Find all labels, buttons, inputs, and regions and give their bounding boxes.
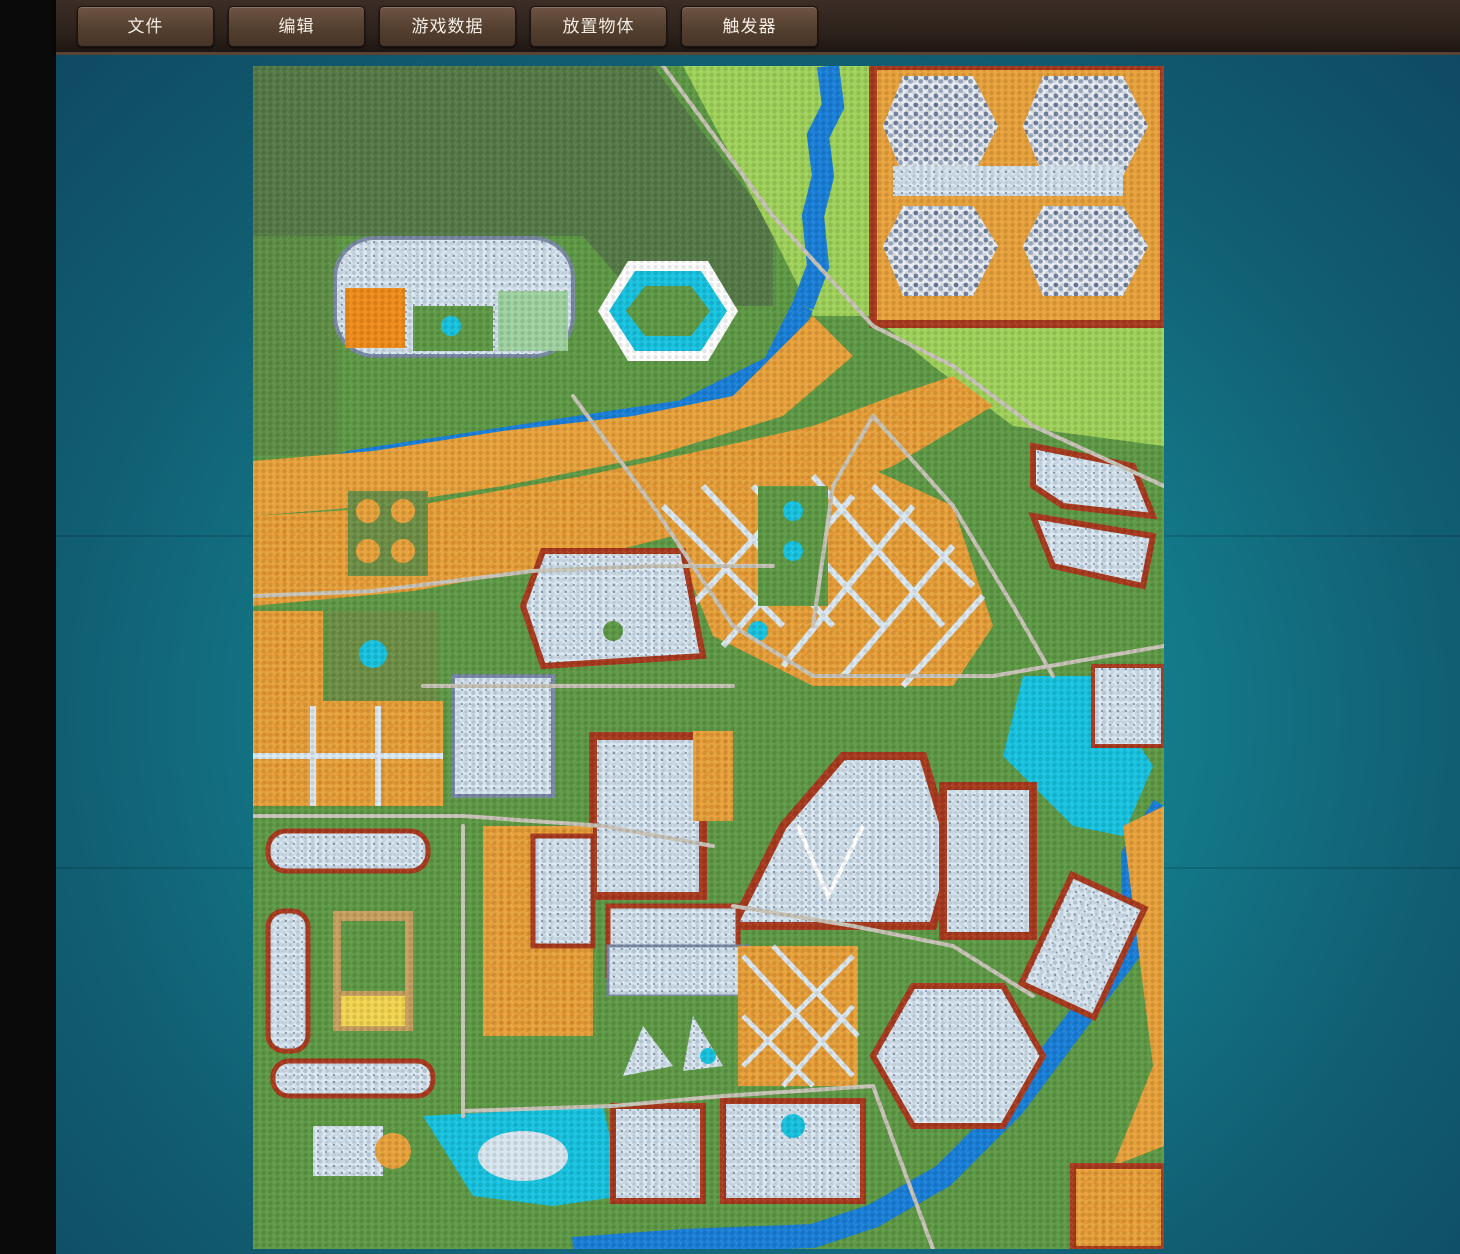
hex-map-canvas[interactable]	[253, 66, 1164, 1249]
menu-file-button[interactable]: 文件	[77, 6, 214, 47]
menu-trigger-button[interactable]: 触发器	[681, 6, 818, 47]
top-menu-bar: 文件 编辑 游戏数据 放置物体 触发器	[56, 0, 1460, 55]
map-terrain	[253, 66, 1164, 1249]
menu-edit-button[interactable]: 编辑	[228, 6, 365, 47]
left-edge-strip	[0, 0, 56, 1254]
menu-game-data-button[interactable]: 游戏数据	[379, 6, 516, 47]
menu-place-object-button[interactable]: 放置物体	[530, 6, 667, 47]
